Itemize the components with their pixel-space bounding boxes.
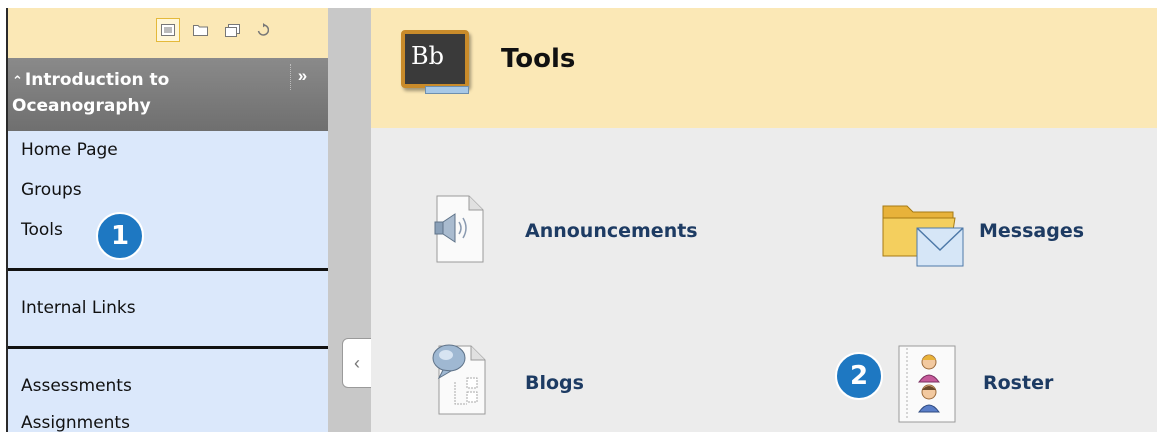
roster-link[interactable]: Roster	[983, 372, 1053, 394]
course-title-header[interactable]: ⌃ Introduction to Oceanography »	[8, 58, 328, 131]
menu-divider	[8, 268, 328, 271]
step-1-callout: 1	[96, 212, 144, 260]
collapse-sidebar-button[interactable]: ‹	[342, 338, 372, 388]
collapse-menu-button[interactable]: »	[290, 64, 314, 90]
logo-text: Bb	[411, 42, 444, 70]
sidebar-item-assessments[interactable]: Assessments	[21, 376, 132, 396]
refresh-icon[interactable]	[251, 18, 275, 42]
sidebar-item-groups[interactable]: Groups	[21, 180, 82, 200]
announcements-link[interactable]: Announcements	[525, 220, 698, 242]
course-menu: ⌃ Introduction to Oceanography » Home Pag…	[6, 8, 328, 432]
roster-people-icon[interactable]	[897, 344, 959, 429]
blogs-link[interactable]: Blogs	[525, 372, 584, 394]
blog-document-icon[interactable]	[429, 338, 489, 423]
window-view-icon[interactable]	[220, 18, 244, 42]
course-menu-toolbar	[8, 8, 328, 58]
chevron-left-icon: ‹	[354, 352, 360, 373]
page-header: Bb Tools	[371, 8, 1157, 128]
menu-divider	[8, 346, 328, 349]
chalk-tray	[425, 86, 469, 94]
messages-link[interactable]: Messages	[979, 220, 1084, 242]
sidebar-item-tools[interactable]: Tools	[21, 220, 63, 240]
course-title: ⌃ Introduction to Oceanography	[12, 70, 170, 116]
main-content: Bb Tools Announcements Messages Blogs 2 …	[371, 8, 1157, 432]
list-view-icon[interactable]	[156, 18, 180, 42]
sidebar-item-home-page[interactable]: Home Page	[21, 140, 118, 160]
app-frame: ⌃ Introduction to Oceanography » Home Pag…	[6, 8, 1157, 432]
speaker-document-icon[interactable]	[429, 194, 485, 269]
collapse-caret-icon: ⌃	[12, 74, 23, 89]
sidebar-item-assignments[interactable]: Assignments	[21, 413, 130, 432]
folder-envelope-icon[interactable]	[881, 194, 965, 275]
sidebar-item-internal-links[interactable]: Internal Links	[21, 298, 136, 318]
blackboard-logo: Bb	[401, 30, 469, 94]
step-2-callout: 2	[835, 352, 883, 400]
folder-view-icon[interactable]	[188, 18, 212, 42]
page-title: Tools	[501, 44, 576, 74]
